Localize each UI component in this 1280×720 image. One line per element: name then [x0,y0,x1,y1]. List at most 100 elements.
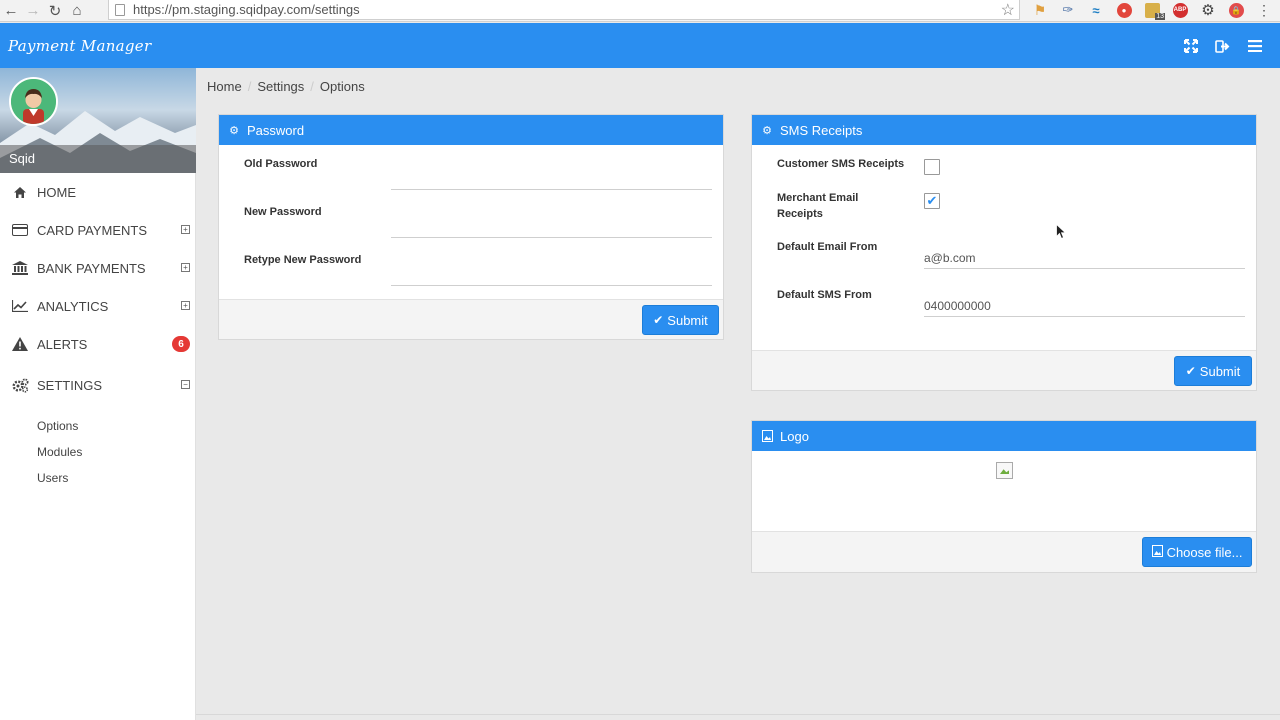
retype-password-input[interactable] [391,264,712,286]
breadcrumb-separator: / [310,79,314,94]
mouse-cursor-icon [1056,224,1066,240]
hamburger-menu-icon[interactable] [1246,37,1264,55]
sidebar-item-label: SETTINGS [37,377,103,393]
reload-icon[interactable]: ↻ [44,0,66,22]
url-text: https://pm.staging.sqidpay.com/settings [133,2,360,17]
choose-file-button[interactable]: Choose file... [1142,537,1252,567]
fullscreen-icon[interactable] [1182,37,1200,55]
submit-label: Submit [1199,363,1241,379]
sidebar-item-alerts[interactable]: ALERTS 6 [0,325,195,363]
extension-red-icon[interactable]: ● [1110,0,1138,20]
sms-receipts-panel-title: SMS Receipts [780,122,863,138]
new-password-input[interactable] [391,216,712,238]
logo-panel: Logo Choose file... [751,420,1257,573]
back-icon[interactable]: ← [0,0,22,22]
breadcrumb-options: Options [319,79,365,94]
extension-icons: ⚑ ✑ ≈ ● 13 ABP ⚙ 🔒 ⋮ [1026,0,1278,20]
image-icon [1151,544,1163,560]
password-submit-button[interactable]: ✔ Submit [642,305,719,335]
gears-icon [11,376,29,394]
sidebar-item-home[interactable]: HOME [0,173,195,211]
sidebar-item-analytics[interactable]: ANALYTICS + [0,287,195,325]
gear-icon[interactable]: ⚙ [1194,0,1222,20]
default-sms-from-input[interactable] [924,295,1245,317]
breadcrumb-separator: / [247,79,252,94]
sidebar-item-label: HOME [37,184,76,200]
sidebar-item-bank-payments[interactable]: BANK PAYMENTS + [0,249,195,287]
bookmark-star-icon[interactable]: ☆ [1001,0,1015,20]
browser-menu-icon[interactable]: ⋮ [1250,0,1278,20]
credit-card-icon [11,221,29,239]
extension-flag-icon[interactable]: ⚑ [1026,0,1054,20]
sidebar-item-label: CARD PAYMENTS [37,222,148,238]
sidebar-item-label: BANK PAYMENTS [37,260,146,276]
extension-badge-icon[interactable]: 13 [1138,0,1166,20]
new-password-label: New Password [244,206,322,218]
default-sms-from-label: Default SMS From [777,289,872,301]
collapse-toggle-icon[interactable]: − [181,380,190,389]
sidebar-subitem-modules[interactable]: Modules [0,439,195,465]
password-panel-footer: ✔ Submit [219,299,723,339]
expand-toggle-icon[interactable]: + [181,263,190,272]
check-icon: ✔ [1185,364,1196,378]
app-header: Payment Manager [0,23,1280,68]
old-password-label: Old Password [244,158,318,170]
logout-icon[interactable] [1213,37,1231,55]
breadcrumb-home[interactable]: Home [207,79,242,94]
sidebar: Sqid HOME CARD PAYMENTS + BANK PAYMENTS … [0,68,196,720]
home-icon [11,183,29,201]
merchant-email-receipts-label-line2: Receipts [777,208,823,220]
eyedropper-icon[interactable]: ✑ [1054,0,1082,20]
merchant-email-receipts-checkbox[interactable]: ✔ [924,193,940,209]
avatar[interactable] [9,77,58,126]
page-icon [115,3,125,16]
expand-toggle-icon[interactable]: + [181,225,190,234]
sidebar-subitem-users[interactable]: Users [0,465,195,491]
check-icon: ✔ [926,193,938,208]
address-bar[interactable]: https://pm.staging.sqidpay.com/settings … [108,0,1020,20]
check-icon: ✔ [653,313,664,327]
logo-panel-header: Logo [752,421,1256,451]
sidebar-item-label: ALERTS [37,336,88,352]
sms-receipts-panel-header: ⚙ SMS Receipts [752,115,1256,145]
line-chart-icon [11,297,29,315]
home-browser-icon[interactable]: ⌂ [66,0,88,22]
sms-receipts-panel-footer: ✔ Submit [752,350,1256,390]
wave-icon[interactable]: ≈ [1082,0,1110,20]
image-icon [760,429,774,443]
app-title: Payment Manager [8,36,152,55]
sidebar-subitem-options[interactable]: Options [0,413,195,439]
page-bottom-divider [196,714,1280,715]
default-email-from-input[interactable] [924,247,1245,269]
logo-image-placeholder [996,462,1013,479]
customer-sms-receipts-checkbox[interactable] [924,159,940,175]
sidebar-item-card-payments[interactable]: CARD PAYMENTS + [0,211,195,249]
logo-panel-footer: Choose file... [752,531,1256,572]
alerts-count-badge: 6 [172,336,190,352]
breadcrumb: Home / Settings / Options [207,79,365,94]
gears-icon: ⚙ [229,124,239,137]
password-panel: ⚙ Password Old Password New Password Ret… [218,114,724,340]
retype-password-label: Retype New Password [244,254,362,266]
old-password-input[interactable] [391,168,712,190]
gears-icon: ⚙ [762,124,772,137]
lock-extension-icon[interactable]: 🔒 [1222,0,1250,20]
password-panel-title: Password [247,122,305,138]
extension-badge-count: 13 [1155,13,1165,20]
adblock-icon[interactable]: ABP [1166,0,1194,20]
submit-label: Submit [667,312,708,328]
profile-name: Sqid [9,151,36,166]
profile-banner: Sqid [0,68,196,173]
bank-icon [11,259,29,277]
sms-receipts-submit-button[interactable]: ✔ Submit [1174,356,1252,386]
sidebar-item-label: ANALYTICS [37,298,109,314]
default-email-from-label: Default Email From [777,241,878,253]
sidebar-item-settings[interactable]: SETTINGS − [0,363,195,407]
logo-panel-title: Logo [780,428,809,444]
breadcrumb-settings[interactable]: Settings [257,79,304,94]
choose-file-label: Choose file... [1166,544,1243,560]
expand-toggle-icon[interactable]: + [181,301,190,310]
merchant-email-receipts-label: Merchant Email [777,192,859,204]
forward-icon[interactable]: → [22,0,44,22]
warning-icon [11,335,29,353]
